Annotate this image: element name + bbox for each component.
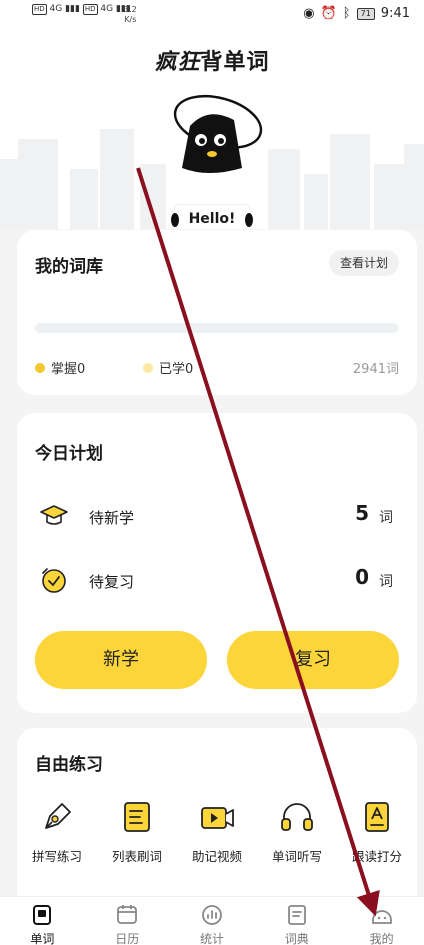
learned-dot-icon <box>143 362 153 373</box>
signal-label: 4G <box>100 4 114 14</box>
plan-row-unit: 词 <box>379 510 393 526</box>
plan-row-unit: 词 <box>379 574 393 590</box>
battery-icon: 71 <box>356 7 375 20</box>
total-words: 2941词 <box>352 362 399 377</box>
pen-icon <box>45 803 71 829</box>
tool-spelling[interactable]: 拼写练习 <box>17 798 97 865</box>
word-bank-title: 我的词库 <box>35 257 103 277</box>
tab-stats[interactable]: 统计 <box>170 897 255 945</box>
app-logo: 疯狂背单词 <box>154 50 270 75</box>
calendar-icon <box>117 905 138 924</box>
list-icon <box>124 802 150 832</box>
tool-video[interactable]: 助记视频 <box>177 798 257 865</box>
tab-profile[interactable]: 我的 <box>339 897 424 945</box>
read-score-icon <box>365 802 389 832</box>
hd-badge: HD <box>32 4 47 15</box>
today-plan-title: 今日计划 <box>35 444 103 464</box>
tool-read-score[interactable]: 跟读打分 <box>337 798 417 865</box>
app-header: 疯狂背单词 Hello! <box>0 34 424 229</box>
signal-icon: ▮▮▮ <box>65 4 80 14</box>
clock-time: 9:41 <box>380 6 410 21</box>
tool-label: 列表刷词 <box>111 849 162 864</box>
hd-badge: HD <box>82 4 98 15</box>
status-right: ◉ ⏰ ᛒ 71 9:41 <box>303 6 410 21</box>
plan-row-count: 0 <box>355 565 369 589</box>
eye-icon: ◉ <box>303 6 315 21</box>
tool-label: 助记视频 <box>191 849 242 864</box>
hello-speech-label: Hello! <box>171 204 253 229</box>
signal-label: 4G <box>49 4 63 14</box>
review-button[interactable]: 复习 <box>227 631 399 689</box>
plan-row-review[interactable]: 待复习 0 词 <box>17 561 417 601</box>
dictionary-icon <box>287 905 306 925</box>
review-clock-icon <box>42 568 66 593</box>
tool-dictation[interactable]: 单词听写 <box>257 798 337 865</box>
plan-row-new[interactable]: 待新学 5 词 <box>17 497 417 537</box>
tab-dictionary[interactable]: 词典 <box>254 897 339 945</box>
status-bar: HD 4G ▮▮▮ HD 4G ▮▮▮ 3.2 K/s ◉ ⏰ ᛒ 71 9:4… <box>0 0 424 34</box>
learned-legend: 已学0 <box>143 358 193 377</box>
view-plan-button[interactable]: 查看计划 <box>328 250 399 276</box>
video-icon <box>201 807 234 829</box>
tool-label: 跟读打分 <box>351 849 402 864</box>
tab-word[interactable]: 单词 <box>0 897 85 945</box>
free-practice-title: 自由练习 <box>35 755 103 775</box>
network-speed: 3.2 K/s <box>124 5 137 24</box>
graduation-cap-icon <box>40 505 68 525</box>
plan-row-label: 待复习 <box>89 573 135 591</box>
bluetooth-icon: ᛒ <box>342 6 351 21</box>
bottom-tab-bar: 单词 日历 统计 词典 我的 <box>0 896 424 945</box>
word-book-icon <box>33 905 52 925</box>
profile-icon <box>371 910 392 924</box>
plan-row-label: 待新学 <box>89 509 135 527</box>
word-bank-card: 我的词库 查看计划 掌握0 已学0 2941词 <box>17 230 417 395</box>
alarm-icon: ⏰ <box>320 6 337 21</box>
plan-row-count: 5 <box>355 501 369 525</box>
word-bank-progress-bar <box>35 323 399 333</box>
today-plan-card: 今日计划 待新学 5 词 待复习 0 词 新学 复习 <box>17 413 417 713</box>
practice-tools: 拼写练习 列表刷词 助记视频 单词听写 跟读打分 <box>17 798 417 865</box>
tool-list[interactable]: 列表刷词 <box>97 798 177 865</box>
signal-indicators: HD 4G ▮▮▮ HD 4G ▮▮▮ <box>32 4 131 15</box>
headphones-icon <box>281 803 313 831</box>
mastered-dot-icon <box>35 362 45 373</box>
tab-calendar[interactable]: 日历 <box>85 897 170 945</box>
new-learn-button[interactable]: 新学 <box>35 631 207 689</box>
stats-icon <box>202 905 222 925</box>
mastered-legend: 掌握0 <box>35 358 85 377</box>
tool-label: 单词听写 <box>271 849 322 864</box>
tool-label: 拼写练习 <box>31 849 82 864</box>
mascot-character <box>173 94 263 173</box>
